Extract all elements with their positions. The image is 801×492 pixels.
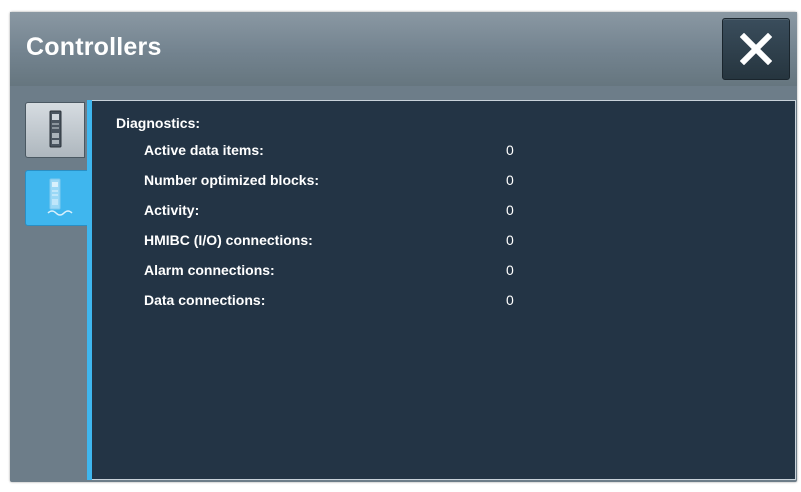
diagnostics-label: Activity: <box>144 202 200 218</box>
diagnostics-label: Number optimized blocks: <box>144 172 320 188</box>
diagnostics-row-active-data-items: Active data items: 0 <box>144 142 574 162</box>
diagnostics-value: 0 <box>506 262 514 278</box>
diagnostics-row-alarm-connections: Alarm connections: 0 <box>144 262 574 282</box>
diagnostics-label: Active data items: <box>144 142 264 158</box>
close-x-icon <box>740 33 772 65</box>
diagnostics-value: 0 <box>506 172 514 188</box>
diagnostics-value: 0 <box>506 142 514 158</box>
diagnostics-value: 0 <box>506 232 514 248</box>
close-button[interactable] <box>722 18 790 80</box>
diagnostics-row-number-optimized-blocks: Number optimized blocks: 0 <box>144 172 574 192</box>
tab-controllers[interactable] <box>25 102 85 158</box>
dialog-title: Controllers <box>26 33 162 61</box>
diagnostics-label: HMIBC (I/O) connections: <box>144 232 313 248</box>
diagnostics-label: Data connections: <box>144 292 266 308</box>
diagnostics-panel: Diagnostics: Active data items: 0 Number… <box>92 100 796 480</box>
controller-diagnostics-icon <box>47 178 73 216</box>
title-bar: Controllers <box>10 12 797 86</box>
diagnostics-heading: Diagnostics: <box>116 115 201 131</box>
diagnostics-row-data-connections: Data connections: 0 <box>144 292 574 312</box>
diagnostics-row-activity: Activity: 0 <box>144 202 574 222</box>
diagnostics-label: Alarm connections: <box>144 262 275 278</box>
controllers-dialog: Controllers Diagnostics: Active data ite… <box>10 12 797 482</box>
diagnostics-row-hmibc-connections: HMIBC (I/O) connections: 0 <box>144 232 574 252</box>
diagnostics-value: 0 <box>506 202 514 218</box>
diagnostics-value: 0 <box>506 292 514 308</box>
controller-device-icon <box>49 110 62 148</box>
tab-diagnostics[interactable] <box>25 170 88 226</box>
